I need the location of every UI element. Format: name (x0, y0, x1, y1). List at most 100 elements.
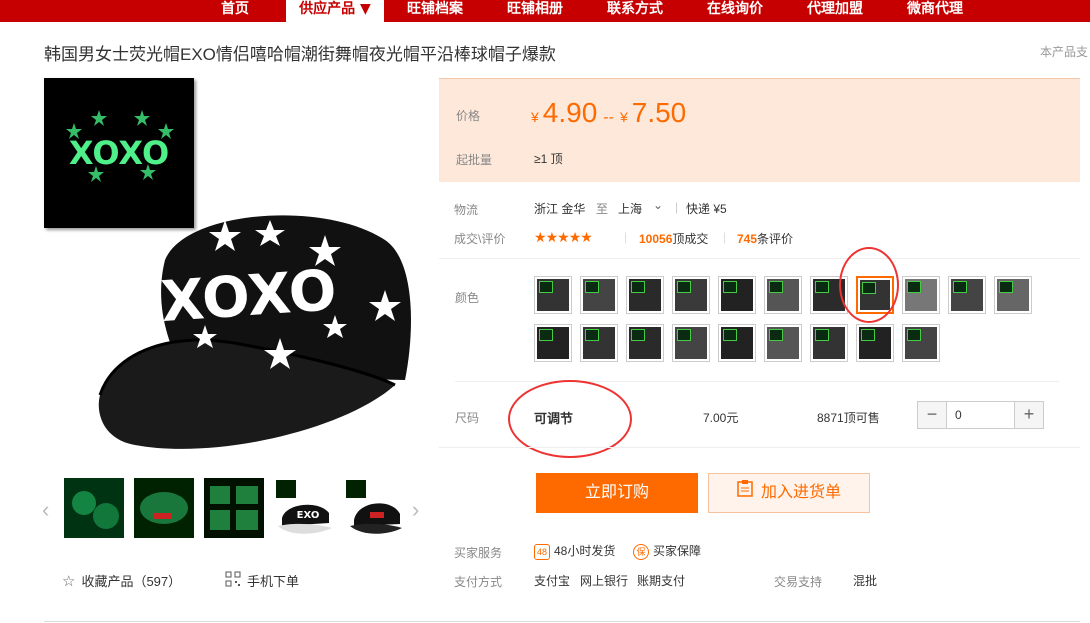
annotation-circle (839, 247, 899, 323)
glow-thumb (769, 281, 783, 293)
chevron-down-icon[interactable]: ⌄ (653, 198, 663, 212)
support-text: 本产品支 (1040, 45, 1089, 59)
strip-thumb-3[interactable] (204, 478, 264, 538)
star-icon: ★ (557, 229, 570, 245)
color-swatch[interactable] (948, 276, 986, 314)
nav-shop-profile[interactable]: 旺铺档案 (400, 0, 470, 22)
swatch-image (675, 327, 707, 359)
color-swatch[interactable] (994, 276, 1032, 314)
strip-thumb-4[interactable]: EXO (274, 478, 334, 538)
favorite-product[interactable]: ☆ 收藏产品（597） (62, 571, 181, 590)
divider (439, 258, 1080, 259)
favorite-label: 收藏产品（597） (81, 574, 182, 589)
separator: | (723, 230, 727, 244)
nav-products[interactable]: 供应产品 ▼ (286, 0, 384, 22)
nav-contact[interactable]: 联系方式 (600, 0, 670, 22)
color-swatch[interactable] (764, 324, 802, 362)
star-icon: ★ (568, 229, 582, 245)
strip-thumb-2[interactable] (134, 478, 194, 538)
strip-thumb-1[interactable] (64, 478, 124, 538)
review-count: 745 (737, 232, 758, 246)
currency-symbol: ¥ (619, 109, 628, 125)
color-swatch[interactable] (718, 324, 756, 362)
swatch-image (859, 327, 891, 359)
chevron-left-icon[interactable]: ‹ (42, 497, 49, 523)
add-to-cart-button[interactable]: 加入进货单 (708, 473, 870, 513)
glow-thumb (999, 281, 1013, 293)
color-swatch[interactable] (626, 276, 664, 314)
quantity-stepper: − 0 + (917, 401, 1044, 429)
star-icon: ★ (534, 229, 547, 245)
ship-to-select[interactable]: 上海 (618, 200, 642, 217)
color-swatch[interactable] (534, 324, 572, 362)
logistics-label: 物流 (454, 203, 479, 217)
glow-thumb (539, 281, 553, 293)
divider (439, 447, 1080, 448)
nav-wechat-agent[interactable]: 微商代理 (900, 0, 970, 22)
min-order-value: ≥1 顶 (534, 152, 563, 166)
review-count-link[interactable]: 745条评价 (737, 230, 793, 247)
top-nav: 首页 供应产品 ▼ 旺铺档案 旺铺相册 联系方式 在线询价 代理加盟 微商代理 (0, 0, 1090, 22)
glow-thumb (815, 281, 829, 293)
svg-text:XOXO: XOXO (69, 134, 169, 172)
reviews-label: 成交\评价 (454, 232, 506, 246)
nav-home[interactable]: 首页 (210, 0, 260, 22)
ship-to: 上海 (618, 202, 643, 216)
swatch-image (951, 279, 983, 311)
trade-support-label: 交易支持 (774, 575, 823, 589)
half-star-icon: ★ (580, 229, 593, 245)
nav-agent-join[interactable]: 代理加盟 (800, 0, 870, 22)
swatch-image (997, 279, 1029, 311)
plus-button[interactable]: + (1015, 402, 1043, 428)
express-fee: 快递 ¥5 (686, 202, 727, 216)
payment-label: 支付方式 (454, 575, 503, 589)
color-swatch[interactable] (580, 276, 618, 314)
price-range: ¥ 4.90 -- ¥ 7.50 (531, 97, 686, 129)
size-label: 尺码 (455, 411, 480, 425)
swatch-image (583, 279, 615, 311)
payment-method: 支付宝 (534, 574, 571, 588)
color-swatch[interactable] (764, 276, 802, 314)
quantity-input[interactable]: 0 (946, 402, 1015, 428)
nav-shop-album[interactable]: 旺铺相册 (500, 0, 570, 22)
mobile-order[interactable]: 手机下单 (225, 571, 299, 590)
chevron-right-icon[interactable]: › (412, 497, 419, 523)
cap-image: XOXO (98, 215, 411, 449)
glow-thumb (723, 281, 737, 293)
color-label: 颜色 (455, 291, 480, 305)
buyer-protection: 保买家保障 (633, 542, 701, 560)
color-swatch[interactable] (902, 324, 940, 362)
buy-now-button[interactable]: 立即订购 (536, 473, 698, 513)
deals-count-link[interactable]: 10056顶成交 (639, 230, 708, 247)
color-swatch[interactable] (810, 324, 848, 362)
shipping-48h: 48 48小时发货 (534, 542, 615, 560)
swatch-image (721, 279, 753, 311)
ship-from: 浙江 金华 (534, 202, 586, 216)
glow-image (64, 478, 124, 538)
color-swatch[interactable] (672, 276, 710, 314)
size-stock: 8871顶可售 (817, 411, 880, 425)
minus-button[interactable]: − (918, 402, 946, 428)
nav-inquiry[interactable]: 在线询价 (700, 0, 770, 22)
service-label: 买家服务 (454, 546, 503, 560)
deals-count: 10056 (639, 232, 673, 246)
color-swatch[interactable] (902, 276, 940, 314)
glow-thumb (861, 329, 875, 341)
color-swatch[interactable] (856, 324, 894, 362)
mobile-order-label: 手机下单 (247, 574, 300, 589)
glow-thumb (723, 329, 737, 341)
glow-thumb (585, 281, 599, 293)
glow-thumb (585, 329, 599, 341)
color-swatch[interactable] (580, 324, 618, 362)
color-swatch[interactable] (626, 324, 664, 362)
trade-support-value: 混批 (853, 574, 878, 588)
swatch-image (905, 327, 937, 359)
swatch-image (537, 327, 569, 359)
strip-thumb-5[interactable] (344, 478, 404, 538)
color-swatch[interactable] (534, 276, 572, 314)
color-swatch[interactable] (718, 276, 756, 314)
color-swatch[interactable] (672, 324, 710, 362)
glow-thumb (815, 329, 829, 341)
glow-thumb (539, 329, 553, 341)
rating-stars: ★★★★★ (534, 229, 593, 246)
